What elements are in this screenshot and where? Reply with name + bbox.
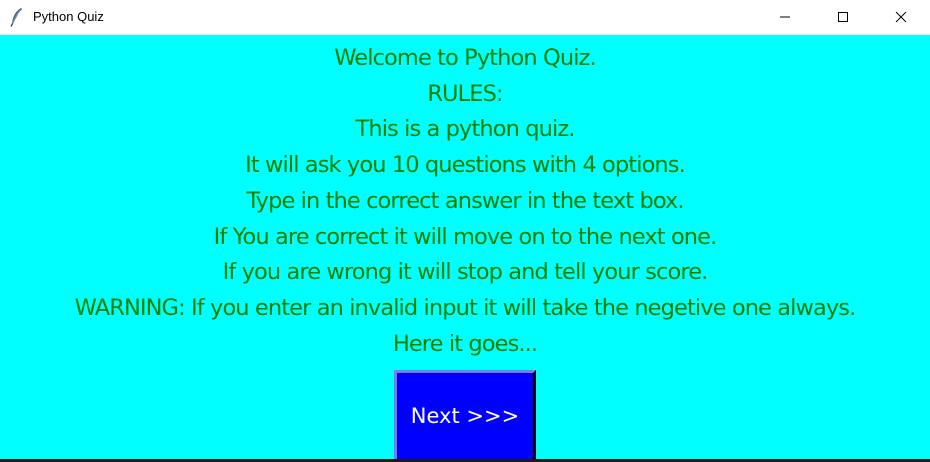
minimize-icon <box>779 8 791 27</box>
quiz-content: Welcome to Python Quiz. RULES: This is a… <box>0 35 930 462</box>
rule-line: If you are wrong it will stop and tell y… <box>222 259 709 286</box>
closing-line: Here it goes... <box>392 330 538 357</box>
quiz-window: Python Quiz Welcome to Python Quiz. RULE… <box>0 0 930 462</box>
minimize-button[interactable] <box>756 0 814 35</box>
rule-line: If You are correct it will move on to th… <box>213 223 718 250</box>
rules-heading: RULES: <box>427 80 503 107</box>
welcome-line: Welcome to Python Quiz. <box>334 45 596 71</box>
rules-text: Welcome to Python Quiz. RULES: This is a… <box>0 41 930 362</box>
maximize-icon <box>837 8 849 27</box>
next-button-label: Next >>> <box>410 404 520 428</box>
close-icon <box>895 8 907 27</box>
warning-line: WARNING: If you enter an invalid input i… <box>74 294 857 321</box>
rule-line: It will ask you 10 questions with 4 opti… <box>245 152 686 179</box>
maximize-button[interactable] <box>814 0 872 35</box>
close-button[interactable] <box>872 0 930 35</box>
window-title: Python Quiz <box>33 9 104 24</box>
next-button[interactable]: Next >>> <box>394 370 536 462</box>
rule-line: Type in the correct answer in the text b… <box>246 187 684 214</box>
rule-line: This is a python quiz. <box>355 116 575 143</box>
title-bar: Python Quiz <box>0 0 930 35</box>
feather-icon <box>9 7 25 27</box>
